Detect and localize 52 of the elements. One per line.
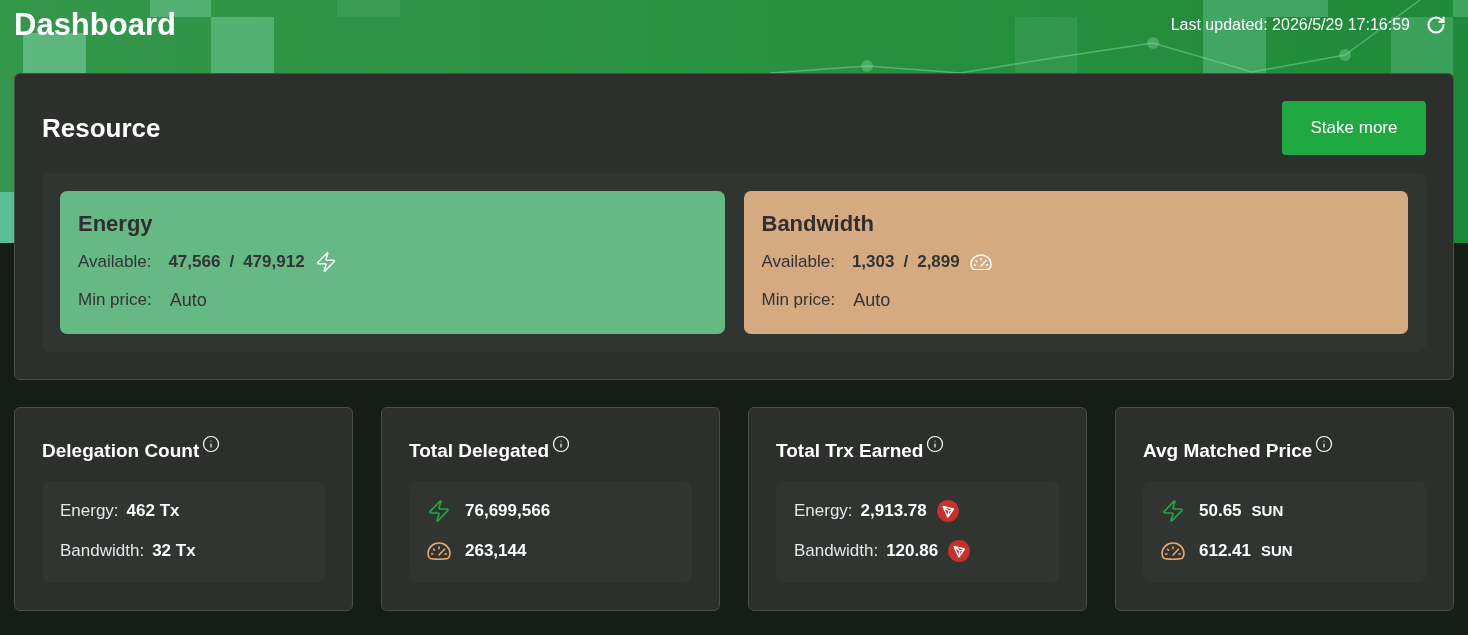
stat-label: Bandwidth: bbox=[60, 540, 145, 563]
info-button[interactable] bbox=[552, 435, 571, 453]
stat-value: 120.86 bbox=[886, 540, 939, 563]
resource-card-title: Energy bbox=[78, 211, 153, 237]
available-value: 47,566 bbox=[168, 251, 221, 274]
stat-label: Energy: bbox=[794, 500, 853, 523]
info-icon bbox=[202, 435, 221, 453]
unit-label: SUN bbox=[1251, 500, 1284, 521]
available-value: 1,303 bbox=[851, 251, 895, 274]
min-price-value: Auto bbox=[169, 288, 207, 312]
stat-label: Bandwidth: bbox=[794, 540, 879, 563]
stat-title: Avg Matched Price bbox=[1143, 439, 1313, 463]
min-price-value: Auto bbox=[853, 288, 891, 312]
stat-value: 612.41 bbox=[1199, 540, 1251, 563]
info-icon bbox=[926, 435, 945, 453]
info-button[interactable] bbox=[202, 435, 221, 453]
stat-value: 50.65 bbox=[1199, 500, 1242, 523]
lightning-icon bbox=[427, 499, 451, 523]
last-updated-text: Last updated: 2026/5/29 17:16:59 bbox=[1170, 15, 1410, 35]
panel-title: Resource bbox=[42, 111, 161, 145]
page-title: Dashboard bbox=[14, 7, 176, 43]
resource-card-title: Bandwidth bbox=[761, 211, 874, 237]
gauge-icon bbox=[969, 253, 992, 271]
info-button[interactable] bbox=[926, 435, 945, 453]
separator-text: / bbox=[229, 251, 235, 274]
total-value: 2,899 bbox=[917, 251, 960, 274]
stat-title: Total Delegated bbox=[409, 439, 550, 463]
stat-value: 462 Tx bbox=[126, 500, 180, 523]
stat-label: Energy: bbox=[60, 500, 119, 523]
gauge-icon bbox=[427, 542, 451, 560]
info-icon bbox=[552, 435, 571, 453]
separator-text: / bbox=[903, 251, 909, 274]
refresh-button[interactable] bbox=[1426, 15, 1446, 35]
unit-label: SUN bbox=[1261, 540, 1293, 561]
min-price-label: Min price: bbox=[761, 289, 836, 312]
info-button[interactable] bbox=[1315, 435, 1334, 453]
available-label: Available: bbox=[78, 251, 152, 274]
available-label: Available: bbox=[761, 251, 835, 274]
stat-value: 32 Tx bbox=[152, 540, 196, 563]
stat-value: 76,699,566 bbox=[465, 500, 551, 523]
stat-title: Delegation Count bbox=[42, 439, 200, 463]
stat-value: 263,144 bbox=[465, 540, 527, 563]
min-price-label: Min price: bbox=[78, 289, 152, 312]
stat-value: 2,913.78 bbox=[860, 500, 927, 523]
info-icon bbox=[1315, 435, 1334, 453]
total-value: 479,912 bbox=[243, 251, 305, 274]
stat-title: Total Trx Earned bbox=[776, 439, 924, 463]
lightning-icon bbox=[1161, 499, 1185, 523]
refresh-icon bbox=[1426, 15, 1446, 35]
stake-more-button[interactable]: Stake more bbox=[1282, 101, 1426, 155]
gauge-icon bbox=[1161, 542, 1185, 560]
lightning-icon bbox=[314, 251, 337, 273]
